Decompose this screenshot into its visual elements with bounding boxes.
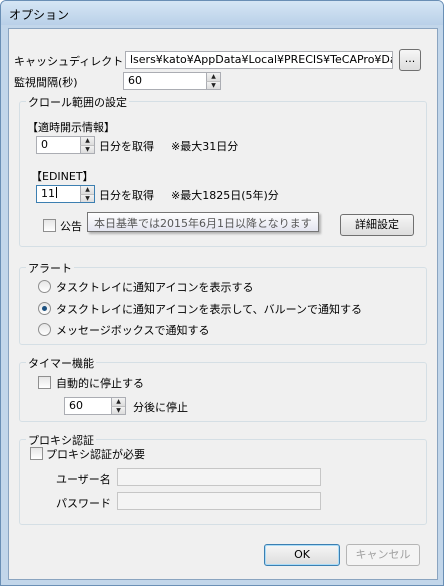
spin-up-icon[interactable]: ▲ bbox=[80, 186, 94, 194]
spin-up-icon[interactable]: ▲ bbox=[80, 137, 94, 145]
title-bar[interactable]: オプション bbox=[1, 1, 443, 25]
proxy-password-input[interactable] bbox=[117, 492, 321, 510]
detail-settings-button[interactable]: 詳細設定 bbox=[340, 214, 414, 236]
proxy-password-label: パスワード bbox=[56, 497, 111, 510]
window-title: オプション bbox=[9, 8, 70, 22]
edinet-days-unit: 日分を取得 bbox=[99, 189, 154, 202]
proxy-required-checkbox[interactable] bbox=[30, 447, 43, 460]
auto-stop-checkbox[interactable] bbox=[38, 376, 51, 389]
spin-down-icon[interactable]: ▼ bbox=[80, 194, 94, 202]
stop-minutes-value: 60 bbox=[69, 399, 83, 412]
text-cursor bbox=[56, 187, 57, 198]
cache-dir-label: キャッシュディレクトリ bbox=[14, 55, 135, 68]
koukoku-label: 公告 bbox=[60, 220, 82, 233]
edinet-heading: 【EDINET】 bbox=[31, 170, 94, 183]
spin-up-icon[interactable]: ▲ bbox=[206, 73, 220, 81]
spin-down-icon[interactable]: ▼ bbox=[80, 145, 94, 153]
options-window: オプション キャッシュディレクトリ lsers¥kato¥AppData¥Loc… bbox=[0, 0, 444, 586]
cache-dir-input[interactable]: lsers¥kato¥AppData¥Local¥PRECIS¥TeCAPro¥… bbox=[125, 51, 393, 69]
alert-option-messagebox-radio[interactable] bbox=[38, 323, 51, 336]
spin-down-icon[interactable]: ▼ bbox=[206, 81, 220, 89]
edinet-days-value: 11 bbox=[41, 187, 55, 200]
timely-days-spinner[interactable]: 0 ▲ ▼ bbox=[36, 136, 95, 154]
proxy-required-label: プロキシ認証が必要 bbox=[46, 448, 145, 461]
date-tooltip: 本日基準では2015年6月1日以降となります bbox=[87, 212, 319, 232]
edinet-days-spinner[interactable]: 11 ▲ ▼ bbox=[36, 185, 95, 203]
auto-stop-label: 自動的に停止する bbox=[56, 377, 144, 390]
edinet-days-note: ※最大1825日(5年)分 bbox=[171, 189, 279, 202]
koukoku-checkbox[interactable] bbox=[43, 219, 56, 232]
proxy-user-label: ユーザー名 bbox=[56, 473, 111, 486]
interval-label: 監視間隔(秒) bbox=[14, 76, 78, 89]
dialog-body: キャッシュディレクトリ lsers¥kato¥AppData¥Local¥PRE… bbox=[8, 28, 438, 580]
alert-option-tray-icon-radio[interactable] bbox=[38, 280, 51, 293]
stop-minutes-spinner[interactable]: 60 ▲ ▼ bbox=[64, 397, 126, 415]
timely-disclosure-heading: 【適時開示情報】 bbox=[27, 121, 115, 134]
stop-minutes-suffix: 分後に停止 bbox=[133, 401, 188, 414]
alert-option-balloon-radio[interactable] bbox=[38, 302, 51, 315]
interval-spinner[interactable]: 60 ▲ ▼ bbox=[123, 72, 221, 90]
interval-value: 60 bbox=[128, 74, 142, 87]
alert-option-balloon-label: タスクトレイに通知アイコンを表示して、バルーンで通知する bbox=[56, 303, 363, 316]
timely-days-note: ※最大31日分 bbox=[171, 140, 239, 153]
proxy-user-input[interactable] bbox=[117, 468, 321, 486]
timely-days-value: 0 bbox=[41, 138, 48, 151]
alert-option-messagebox-label: メッセージボックスで通知する bbox=[56, 324, 210, 337]
browse-button[interactable]: ... bbox=[399, 49, 421, 71]
spin-up-icon[interactable]: ▲ bbox=[111, 398, 125, 406]
spin-down-icon[interactable]: ▼ bbox=[111, 406, 125, 414]
timely-days-unit: 日分を取得 bbox=[99, 140, 154, 153]
alert-title: アラート bbox=[26, 260, 74, 276]
crawl-range-title: クロール範囲の設定 bbox=[26, 94, 129, 110]
alert-option-tray-icon-label: タスクトレイに通知アイコンを表示する bbox=[56, 281, 254, 294]
ok-button[interactable]: OK bbox=[264, 544, 340, 566]
timer-title: タイマー機能 bbox=[26, 355, 96, 371]
cancel-button[interactable]: キャンセル bbox=[346, 544, 420, 566]
